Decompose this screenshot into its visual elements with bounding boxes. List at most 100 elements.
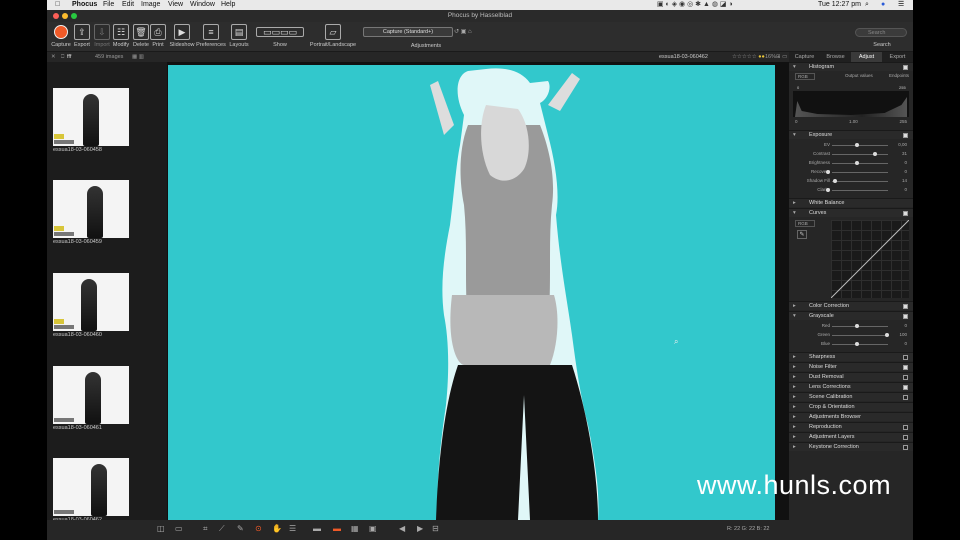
tab-export[interactable]: Export — [882, 52, 913, 62]
close-panel-icon[interactable]: ✕ — [51, 52, 56, 62]
compare-icon[interactable]: ◫ — [157, 524, 165, 533]
menu-help[interactable]: Help — [221, 0, 235, 10]
search-icon[interactable]: ⌕ — [865, 0, 869, 10]
crop-tool-icon[interactable]: ⌗ — [203, 524, 208, 534]
export-button[interactable]: ⇪ Export — [72, 24, 92, 48]
adjustments-browser-header[interactable]: ▸ Adjustments Browser — [789, 412, 913, 421]
capture-button[interactable]: Capture — [51, 24, 71, 48]
overlay-tool-icon[interactable]: ▬ — [313, 524, 321, 533]
photo-subject — [430, 68, 599, 520]
menu-view[interactable]: View — [168, 0, 183, 10]
menu-list-icon[interactable]: ☰ — [898, 0, 904, 10]
search-input[interactable]: Search — [855, 28, 907, 37]
export-icon: ⇪ — [74, 24, 90, 40]
recovery-slider[interactable]: Recovery 0 — [789, 168, 913, 176]
eyedropper-tool-icon[interactable]: ✎ — [237, 524, 244, 533]
histogram-input-levels[interactable]: 0 1.00 255 — [793, 119, 909, 127]
menu-app[interactable]: Phocus — [72, 0, 97, 10]
grayscale-header[interactable]: ▾ Grayscale — [789, 311, 913, 320]
folder-icon: ⎕ — [61, 54, 65, 60]
menu-window[interactable]: Window — [190, 0, 215, 10]
sharpness-header[interactable]: ▸ Sharpness — [789, 352, 913, 361]
single-view-icon[interactable]: ▭ — [175, 524, 183, 533]
straighten-tool-icon[interactable]: ⟋ — [219, 524, 225, 534]
print-icon: ⎙ — [150, 24, 166, 40]
viewer-tools-icon[interactable]: ⊞ ▭ — [776, 52, 787, 62]
loupe-tool-icon[interactable]: ⊙ — [255, 524, 262, 533]
menu-image[interactable]: Image — [141, 0, 160, 10]
modify-button[interactable]: ☷ Modify — [111, 24, 131, 48]
show-button[interactable]: ▭▭▭▭ Show — [255, 24, 305, 48]
main-photo[interactable]: ⌕ — [168, 65, 775, 520]
tab-adjust[interactable]: Adjust — [851, 52, 882, 62]
view-mode-icon[interactable]: ▦ ▥ — [132, 52, 144, 62]
close-icon[interactable] — [53, 13, 59, 19]
tab-browse[interactable]: Browse — [820, 52, 851, 62]
zoom-icon[interactable] — [71, 13, 77, 19]
status-icons[interactable]: ▣ ◐ ◈ ◉ ◎ ✱ ▲ ◍ ◪ ◑ — [657, 0, 733, 10]
clarity-slider[interactable]: Clarity 0 — [789, 186, 913, 194]
clock[interactable]: Tue 12:27 pm — [818, 0, 861, 10]
blue-slider[interactable]: Blue 0 — [789, 340, 913, 348]
display-mode-icon[interactable]: ▣ — [369, 524, 377, 533]
rating-stars[interactable]: ☆☆☆☆☆ ●● — [732, 52, 765, 62]
brightness-slider[interactable]: Brightness 0 — [789, 159, 913, 167]
thumbnail-item[interactable]: essua18-03-060458 — [53, 88, 129, 153]
preferences-button[interactable]: ≡ Preferences — [195, 24, 227, 48]
apple-icon[interactable]:  — [55, 0, 60, 10]
window-title: Phocus by Hasselblad — [447, 12, 513, 19]
thumbnail-item[interactable]: essua18-03-060459 — [53, 180, 129, 245]
layouts-button[interactable]: ▤ Layouts — [227, 24, 251, 48]
crop-orientation-header[interactable]: ▸ Crop & Orientation — [789, 402, 913, 411]
thumbnail-item[interactable]: essua18-03-060460 — [53, 273, 129, 338]
next-image-icon[interactable]: ▶ — [417, 524, 423, 533]
dust-removal-header[interactable]: ▸ Dust Removal — [789, 372, 913, 381]
delete-button[interactable]: 🗑 Delete — [131, 24, 151, 48]
color-correction-header[interactable]: ▸ Color Correction — [789, 301, 913, 310]
exposure-warning-icon[interactable]: ▬ — [333, 524, 341, 533]
exposure-header[interactable]: ▾ Exposure — [789, 130, 913, 139]
shadow-fill-slider[interactable]: Shadow Fill 14 — [789, 177, 913, 185]
curves-channel-select[interactable]: RGB — [795, 220, 815, 227]
noise-filter-header[interactable]: ▸ Noise Filter — [789, 362, 913, 371]
tab-capture[interactable]: Capture — [789, 52, 820, 62]
curves-header[interactable]: ▾ Curves — [789, 208, 913, 217]
adjustment-layers-header[interactable]: ▸ Adjustment Layers — [789, 432, 913, 441]
green-slider[interactable]: Green 100 — [789, 331, 913, 339]
menu-edit[interactable]: Edit — [122, 0, 134, 10]
curves-graph[interactable] — [830, 219, 910, 299]
image-count: 459 images — [95, 54, 124, 60]
list-tool-icon[interactable]: ☰ — [289, 524, 296, 533]
capture-icon — [53, 24, 69, 40]
zoom-level[interactable]: 16% — [765, 52, 776, 62]
reproduction-header[interactable]: ▸ Reproduction — [789, 422, 913, 431]
endpoints-checkbox[interactable]: Endpoints — [889, 73, 909, 78]
user-icon[interactable]: ● — [881, 0, 885, 10]
orientation-icon: ▱ — [325, 24, 341, 40]
hand-tool-icon[interactable]: ✋ — [272, 524, 282, 533]
thumbnail-item[interactable]: essua18-03-060462 — [53, 458, 129, 523]
print-button[interactable]: ⎙ Print — [150, 24, 166, 48]
scene-calibration-header[interactable]: ▸ Scene Calibration — [789, 392, 913, 401]
contrast-slider[interactable]: Contrast 31 — [789, 150, 913, 158]
keystone-correction-header[interactable]: ▸ Keystone Correction — [789, 442, 913, 451]
eyedropper-icon[interactable]: ✎ — [797, 230, 807, 239]
portrait-landscape-button[interactable]: ▱ Portrait/Landscape — [309, 24, 357, 48]
output-values-checkbox[interactable]: Output values — [845, 73, 873, 78]
ev-slider[interactable]: EV 0,00 — [789, 141, 913, 149]
thumbnail-item[interactable]: essua18-03-060461 — [53, 366, 129, 431]
lens-corrections-header[interactable]: ▸ Lens Corrections — [789, 382, 913, 391]
histogram-header[interactable]: ▾ Histogram — [789, 62, 913, 71]
browser-toggle-icon[interactable]: ⊟ — [432, 524, 439, 533]
adjustment-actions[interactable]: ↺ ▣ ⌂ — [454, 28, 488, 36]
previous-image-icon[interactable]: ◀ — [399, 524, 405, 533]
red-slider[interactable]: Red 0 — [789, 322, 913, 330]
adjustments-select[interactable]: Capture (Standard+) — [363, 27, 453, 37]
slideshow-button[interactable]: ▶ Slideshow — [168, 24, 196, 48]
import-button[interactable]: ⇩ Import — [92, 24, 112, 48]
menu-file[interactable]: File — [103, 0, 114, 10]
grid-icon[interactable]: ▦ — [351, 524, 359, 533]
minimize-icon[interactable] — [62, 13, 68, 19]
white-balance-header[interactable]: ▸ White Balance — [789, 198, 913, 207]
histogram-channel-select[interactable]: RGB — [795, 73, 815, 80]
